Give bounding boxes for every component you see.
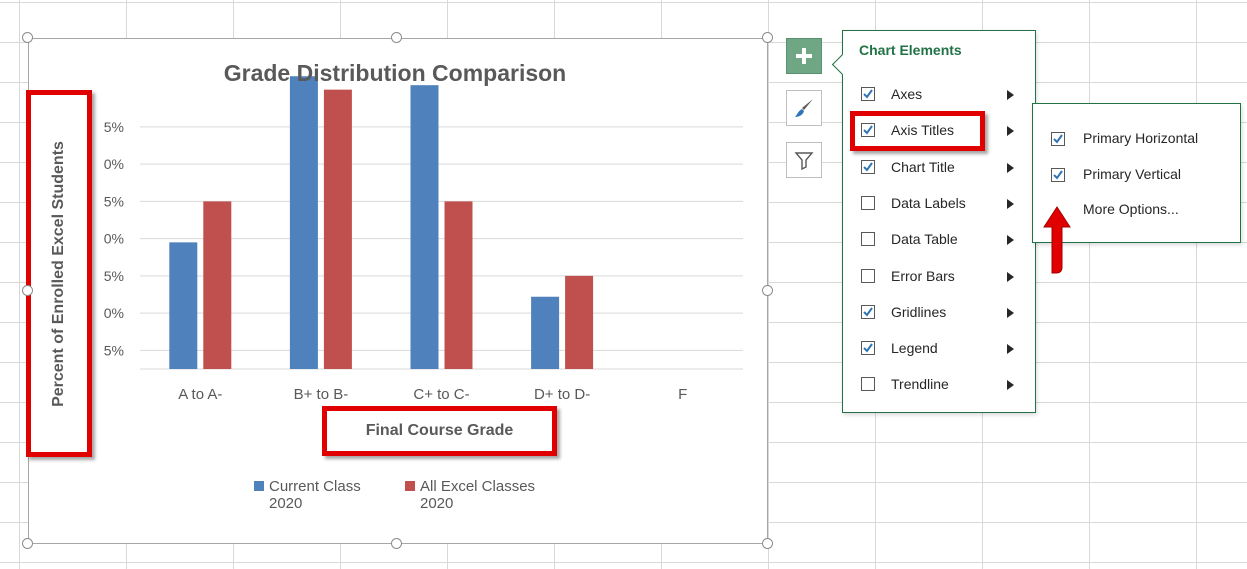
x-axis-title[interactable]: Final Course Grade <box>327 411 552 451</box>
resize-handle-bottom-right[interactable] <box>762 538 773 549</box>
checkbox[interactable] <box>861 87 875 101</box>
filter-icon <box>794 152 814 170</box>
chart-element-chart-title[interactable]: Chart Title <box>857 154 1032 182</box>
resize-handle-top-right[interactable] <box>762 32 773 43</box>
checkmark-icon <box>863 162 873 172</box>
submenu-arrow-icon[interactable] <box>1007 126 1014 137</box>
resize-handle-top[interactable] <box>391 32 402 43</box>
legend-label-all-year: 2020 <box>420 495 454 512</box>
chart-element-trendline[interactable]: Trendline <box>857 371 1032 399</box>
x-tick-label: C+ to C- <box>413 386 469 403</box>
legend-label-current-year: 2020 <box>269 495 303 512</box>
y-axis-title-highlight: Percent of Enrolled Excel Students <box>26 90 92 457</box>
chart-elements-panel: Chart Elements Axes Axis Titles Chart Titl… <box>831 30 1036 413</box>
resize-handle-bottom-left[interactable] <box>22 538 33 549</box>
y-tick-label: 0% <box>104 231 124 247</box>
checkmark-icon <box>1053 134 1063 144</box>
checkmark-icon <box>863 307 873 317</box>
chart-element-axes[interactable]: Axes <box>857 81 1032 109</box>
y-tick-label: 5% <box>104 119 124 135</box>
checkbox[interactable] <box>861 195 875 210</box>
legend-item-current-class[interactable]: Current Class 2020 <box>254 478 361 512</box>
x-axis-title-highlight: Final Course Grade <box>322 406 557 456</box>
checkmark-icon <box>1053 170 1063 180</box>
axis-title-option-label: Primary Vertical <box>1083 166 1182 182</box>
submenu-arrow-icon[interactable] <box>1007 90 1014 100</box>
y-axis-title[interactable]: Percent of Enrolled Excel Students <box>50 141 68 407</box>
checkbox[interactable] <box>1051 132 1065 146</box>
axis-title-option-primary-vertical[interactable]: Primary Vertical <box>1047 162 1227 190</box>
chart-elements-button[interactable] <box>786 38 822 74</box>
axis-titles-highlight <box>850 111 985 151</box>
checkbox[interactable] <box>861 232 875 247</box>
paintbrush-icon <box>795 99 813 117</box>
bar-current-3[interactable] <box>531 296 560 369</box>
submenu-arrow-icon[interactable] <box>1007 198 1014 209</box>
resize-handle-right[interactable] <box>762 285 773 296</box>
chart-element-data-table[interactable]: Data Table <box>857 226 1032 254</box>
checkbox[interactable] <box>861 341 875 356</box>
red-arrow-annotation <box>1043 206 1071 274</box>
checkbox[interactable] <box>861 304 875 319</box>
chart-element-label: Data Labels <box>891 194 966 211</box>
resize-handle-bottom[interactable] <box>391 538 402 549</box>
more-options-link[interactable]: More Options... <box>1083 201 1179 217</box>
checkmark-icon <box>863 89 873 99</box>
bar-all-0[interactable] <box>203 201 232 369</box>
x-tick-label: A to A- <box>178 386 222 403</box>
bar-all-2[interactable] <box>444 201 473 369</box>
legend-item-all-classes[interactable]: All Excel Classes 2020 <box>405 478 535 512</box>
resize-handle-left[interactable] <box>22 285 33 296</box>
chart-element-data-labels[interactable]: Data Labels <box>857 190 1032 218</box>
legend-swatch-current <box>254 481 264 491</box>
y-tick-label: 0% <box>104 305 124 321</box>
y-tick-label: 5% <box>104 268 124 284</box>
submenu-arrow-icon[interactable] <box>1007 271 1014 282</box>
x-tick-label: F <box>678 386 687 403</box>
chart-filters-button[interactable] <box>786 142 822 178</box>
legend-swatch-all <box>405 481 415 491</box>
chart-element-error-bars[interactable]: Error Bars <box>857 263 1032 291</box>
chart-element-legend[interactable]: Legend <box>857 335 1032 363</box>
checkbox[interactable] <box>861 268 875 283</box>
bar-current-0[interactable] <box>169 242 198 369</box>
submenu-arrow-icon[interactable] <box>1007 235 1014 246</box>
chart-element-label: Error Bars <box>891 267 955 284</box>
axis-title-option-primary-horizontal[interactable]: Primary Horizontal <box>1047 126 1227 154</box>
y-tick-label: 5% <box>104 193 124 209</box>
chart-element-gridlines[interactable]: Gridlines <box>857 299 1032 327</box>
chart-element-label: Trendline <box>891 376 949 393</box>
plus-icon <box>796 48 812 64</box>
checkmark-icon <box>863 343 873 353</box>
checkbox[interactable] <box>861 159 875 174</box>
y-tick-label: 5% <box>104 342 124 358</box>
checkbox[interactable] <box>1051 168 1065 182</box>
bar-all-1[interactable] <box>323 89 352 370</box>
chart-title[interactable]: Grade Distribution Comparison <box>150 60 640 87</box>
chart-element-label: Data Table <box>891 231 958 248</box>
chart-element-label: Chart Title <box>891 158 955 175</box>
submenu-arrow-icon[interactable] <box>1007 162 1014 173</box>
chart-element-label: Legend <box>891 340 938 357</box>
chart-element-label: Gridlines <box>891 303 947 320</box>
legend-label-all: All Excel Classes <box>420 478 536 495</box>
chart-elements-header: Chart Elements <box>859 42 962 58</box>
x-tick-label: B+ to B- <box>294 386 349 403</box>
legend-label-current: Current Class <box>269 478 361 495</box>
axis-title-option-label: Primary Horizontal <box>1083 130 1199 146</box>
bar-current-2[interactable] <box>410 85 439 369</box>
y-tick-label: 0% <box>104 156 124 172</box>
submenu-arrow-icon[interactable] <box>1007 380 1014 391</box>
chart-styles-button[interactable] <box>786 90 822 126</box>
resize-handle-top-left[interactable] <box>22 32 33 43</box>
chart-element-label: Axes <box>891 86 923 102</box>
submenu-arrow-icon[interactable] <box>1007 344 1014 355</box>
submenu-arrow-icon[interactable] <box>1007 307 1014 318</box>
bar-current-1[interactable] <box>289 76 318 370</box>
bar-all-3[interactable] <box>565 275 594 369</box>
checkbox[interactable] <box>861 377 875 392</box>
x-tick-label: D+ to D- <box>534 386 590 403</box>
